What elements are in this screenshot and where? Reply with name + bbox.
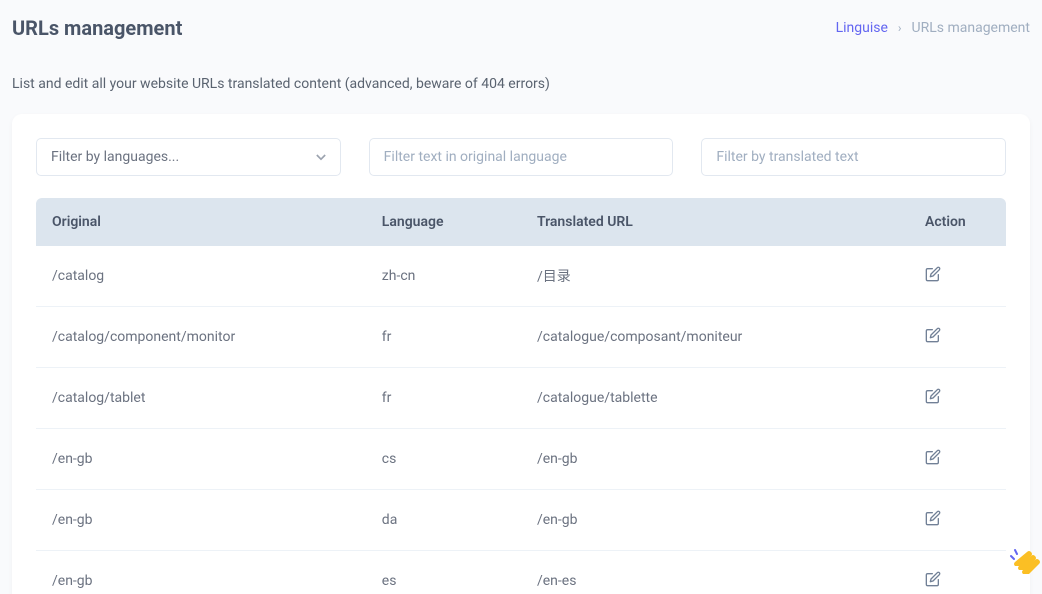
cell-original: /catalog/tablet [36, 368, 366, 429]
cell-original: /en-gb [36, 551, 366, 594]
cell-action [909, 429, 1006, 490]
original-filter-placeholder: Filter text in original language [384, 149, 567, 165]
table-row: /catalog/tabletfr/catalogue/tablette [36, 368, 1006, 429]
table-row: /catalog/component/monitorfr/catalogue/c… [36, 307, 1006, 368]
edit-icon[interactable] [925, 571, 941, 587]
cell-translated: /en-gb [521, 490, 909, 551]
chevron-down-icon [316, 152, 326, 162]
cell-language: zh-cn [366, 246, 521, 307]
cell-original: /catalog [36, 246, 366, 307]
cell-action [909, 490, 1006, 551]
cell-translated: /目录 [521, 246, 909, 307]
cell-original: /en-gb [36, 490, 366, 551]
cell-language: fr [366, 368, 521, 429]
breadcrumb-current: URLs management [912, 20, 1030, 36]
cell-action [909, 307, 1006, 368]
breadcrumb: Linguise › URLs management [836, 20, 1030, 36]
edit-icon[interactable] [925, 327, 941, 343]
cell-action [909, 368, 1006, 429]
edit-icon[interactable] [925, 449, 941, 465]
content-card: Filter by languages... Filter text in or… [12, 114, 1030, 594]
language-filter[interactable]: Filter by languages... [36, 138, 341, 176]
table-row: /catalogzh-cn/目录 [36, 246, 1006, 307]
header-action: Action [909, 198, 1006, 246]
table-row: /en-gbes/en-es [36, 551, 1006, 594]
page-header: URLs management Linguise › URLs manageme… [0, 0, 1042, 40]
header-original: Original [36, 198, 366, 246]
edit-icon[interactable] [925, 510, 941, 526]
cell-action [909, 551, 1006, 594]
table-header: Original Language Translated URL Action [36, 198, 1006, 246]
chevron-right-icon: › [898, 21, 902, 35]
cell-language: cs [366, 429, 521, 490]
table-body: /catalogzh-cn/目录/catalog/component/monit… [36, 246, 1006, 594]
cell-language: es [366, 551, 521, 594]
edit-icon[interactable] [925, 388, 941, 404]
breadcrumb-root-link[interactable]: Linguise [836, 20, 888, 36]
page-description: List and edit all your website URLs tran… [0, 40, 1042, 92]
cell-original: /catalog/component/monitor [36, 307, 366, 368]
translated-filter-placeholder: Filter by translated text [716, 149, 858, 165]
header-language: Language [366, 198, 521, 246]
cell-translated: /en-es [521, 551, 909, 594]
cell-language: fr [366, 307, 521, 368]
cell-action [909, 246, 1006, 307]
urls-table: Original Language Translated URL Action … [36, 198, 1006, 594]
cell-translated: /catalogue/tablette [521, 368, 909, 429]
edit-icon[interactable] [925, 266, 941, 282]
cell-translated: /en-gb [521, 429, 909, 490]
page-title: URLs management [12, 16, 182, 40]
page: URLs management Linguise › URLs manageme… [0, 0, 1042, 594]
translated-text-filter[interactable]: Filter by translated text [701, 138, 1006, 176]
header-translated: Translated URL [521, 198, 909, 246]
filters-row: Filter by languages... Filter text in or… [12, 138, 1030, 198]
cell-translated: /catalogue/composant/moniteur [521, 307, 909, 368]
cell-language: da [366, 490, 521, 551]
table-row: /en-gbcs/en-gb [36, 429, 1006, 490]
cell-original: /en-gb [36, 429, 366, 490]
language-filter-label: Filter by languages... [51, 149, 179, 165]
original-text-filter[interactable]: Filter text in original language [369, 138, 674, 176]
table-row: /en-gbda/en-gb [36, 490, 1006, 551]
